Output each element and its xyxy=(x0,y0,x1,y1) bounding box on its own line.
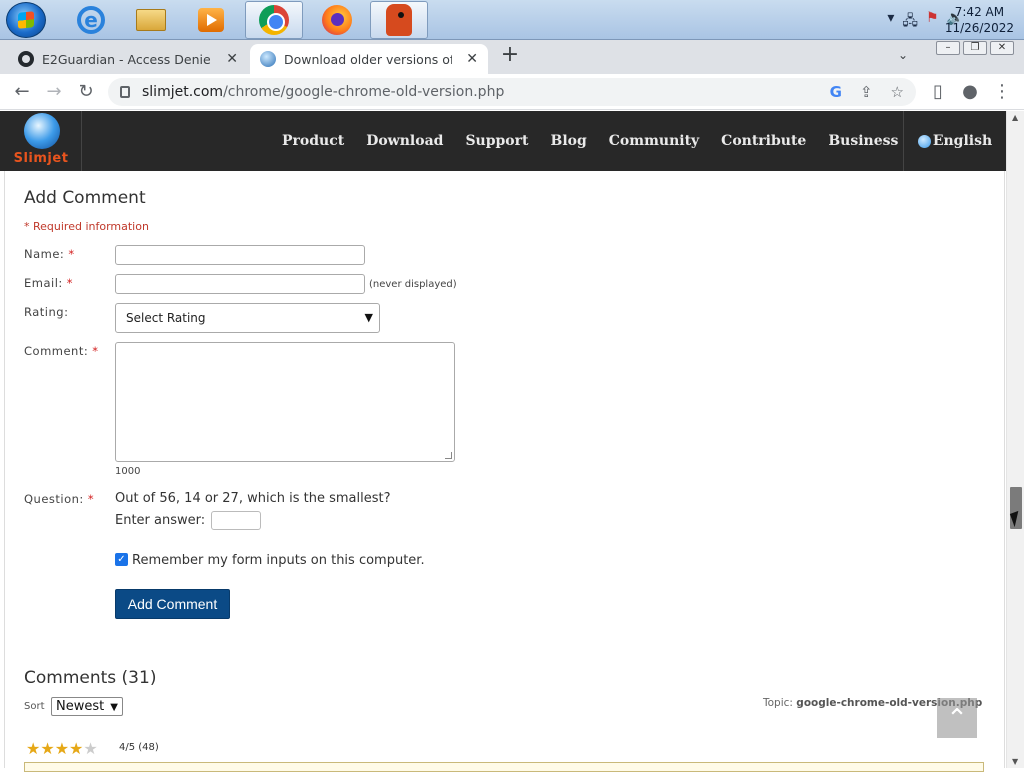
github-icon xyxy=(18,51,34,67)
main-nav: Product Download Support Blog Community … xyxy=(282,111,898,171)
email-input[interactable] xyxy=(115,274,365,294)
media-player-icon[interactable] xyxy=(182,1,240,39)
bookmark-star-icon[interactable]: ☆ xyxy=(891,83,904,101)
back-arrow-icon[interactable]: ← xyxy=(10,80,34,104)
star-icon: ★ xyxy=(40,739,55,758)
nav-blog[interactable]: Blog xyxy=(551,133,587,149)
rating-summary: 4/5 (48) xyxy=(119,742,159,753)
remember-label: Remember my form inputs on this computer… xyxy=(132,553,425,568)
nav-product[interactable]: Product xyxy=(282,133,344,149)
forward-arrow-icon[interactable]: → xyxy=(42,80,66,104)
chevron-down-icon: ▼ xyxy=(110,702,118,713)
lock-icon[interactable] xyxy=(120,86,130,98)
reload-icon[interactable]: ↻ xyxy=(74,80,98,104)
star-icon: ★ xyxy=(54,739,70,758)
add-comment-button[interactable]: Add Comment xyxy=(115,589,230,619)
browser-toolbar: ← → ↻ slimjet.com/chrome/google-chrome-o… xyxy=(0,74,1024,110)
answer-input[interactable] xyxy=(211,511,261,530)
share-icon[interactable]: ⇪ xyxy=(860,83,873,101)
nav-download[interactable]: Download xyxy=(366,133,443,149)
nav-community[interactable]: Community xyxy=(609,133,699,149)
close-icon[interactable]: ✕ xyxy=(466,51,478,67)
add-comment-heading: Add Comment xyxy=(24,188,146,208)
tab-e2guardian[interactable]: E2Guardian - Access Denied ✕ xyxy=(8,44,248,74)
network-icon[interactable]: 🖧 xyxy=(902,10,918,34)
internet-explorer-icon[interactable]: e xyxy=(62,1,120,39)
page-scrollbar[interactable]: ▲ ▼ xyxy=(1006,111,1024,768)
minimize-icon[interactable]: – xyxy=(936,41,960,55)
language-selector[interactable]: English xyxy=(903,111,1006,171)
profile-avatar-icon[interactable]: ● xyxy=(958,80,982,104)
name-label: Name: * xyxy=(24,247,75,261)
tab-title: Download older versions of Goog xyxy=(284,51,452,67)
tab-search-icon[interactable]: ⌄ xyxy=(898,48,908,62)
url-host: slimjet.com xyxy=(142,84,224,100)
chrome-icon[interactable] xyxy=(245,1,303,39)
required-note: * Required information xyxy=(24,220,149,233)
nav-support[interactable]: Support xyxy=(465,133,528,149)
url-path: /chrome/google-chrome-old-version.php xyxy=(223,84,505,100)
tab-slimjet[interactable]: Download older versions of Goog ✕ xyxy=(250,44,488,74)
comment-textarea[interactable] xyxy=(115,342,455,462)
site-header: Slimjet Product Download Support Blog Co… xyxy=(0,111,1006,171)
address-bar[interactable]: slimjet.com/chrome/google-chrome-old-ver… xyxy=(108,78,916,106)
comment-entry xyxy=(24,762,984,772)
clock-time: 7:42 AM xyxy=(954,5,1005,19)
firefox-icon[interactable] xyxy=(308,1,366,39)
scroll-up-icon[interactable]: ▲ xyxy=(1012,113,1018,122)
e2guardian-icon[interactable] xyxy=(370,1,428,39)
comments-heading: Comments (31) xyxy=(24,668,157,688)
close-icon[interactable]: ✕ xyxy=(226,51,238,67)
start-button[interactable] xyxy=(6,2,46,38)
flag-icon[interactable]: ⚑ xyxy=(926,10,939,34)
star-icon: ★ xyxy=(26,739,41,758)
file-explorer-icon[interactable] xyxy=(122,1,180,39)
globe-icon xyxy=(917,134,931,148)
show-hidden-icons-icon[interactable]: ▾ xyxy=(887,10,894,34)
window-controls: – ❐ ✕ xyxy=(936,41,1014,55)
nav-contribute[interactable]: Contribute xyxy=(721,133,806,149)
char-counter: 1000 xyxy=(115,466,141,477)
language-label: English xyxy=(932,133,993,149)
sort-label: Sort xyxy=(24,701,45,712)
chevron-down-icon: ▼ xyxy=(364,311,373,324)
question-text: Out of 56, 14 or 27, which is the smalle… xyxy=(115,491,391,506)
tab-title: E2Guardian - Access Denied xyxy=(42,51,210,67)
star-icon: ★ xyxy=(69,739,84,758)
restore-icon[interactable]: ❐ xyxy=(963,41,987,55)
rating-select-value: Select Rating xyxy=(126,311,206,325)
google-icon[interactable]: G xyxy=(830,83,842,101)
sort-select[interactable]: Newest ▼ xyxy=(51,697,123,716)
sort-select-value: Newest xyxy=(56,699,105,714)
email-label: Email: * xyxy=(24,276,74,290)
question-label: Question: * xyxy=(24,492,95,506)
star-empty-icon: ★ xyxy=(83,739,98,758)
rating-stars: ★★★★★ xyxy=(26,739,98,758)
slimjet-logo[interactable]: Slimjet xyxy=(0,111,82,171)
scroll-to-top-icon[interactable]: ⌃ xyxy=(937,698,977,738)
clock[interactable]: 7:42 AM 11/26/2022 xyxy=(945,4,1014,36)
rating-label: Rating: xyxy=(24,305,69,319)
more-menu-icon[interactable]: ⋮ xyxy=(990,80,1014,104)
slimjet-globe-icon xyxy=(24,113,60,149)
name-input[interactable] xyxy=(115,245,365,265)
taskbar: e ▾ 🖧 ⚑ 🔈 7:42 AM 11/26/2022 xyxy=(0,0,1024,40)
close-window-icon[interactable]: ✕ xyxy=(990,41,1014,55)
logo-text: Slimjet xyxy=(13,151,69,166)
clock-date: 11/26/2022 xyxy=(944,21,1014,35)
new-tab-button[interactable]: + xyxy=(498,44,522,68)
remember-checkbox[interactable]: ✓ xyxy=(115,553,128,566)
globe-icon xyxy=(260,51,276,67)
scroll-down-icon[interactable]: ▼ xyxy=(1012,757,1018,766)
comment-label: Comment: * xyxy=(24,344,99,358)
nav-business[interactable]: Business xyxy=(828,133,898,149)
rating-select[interactable]: Select Rating ▼ xyxy=(115,303,380,333)
answer-label: Enter answer: xyxy=(115,513,206,528)
side-panel-icon[interactable]: ▯ xyxy=(926,80,950,104)
email-note: (never displayed) xyxy=(369,279,457,290)
